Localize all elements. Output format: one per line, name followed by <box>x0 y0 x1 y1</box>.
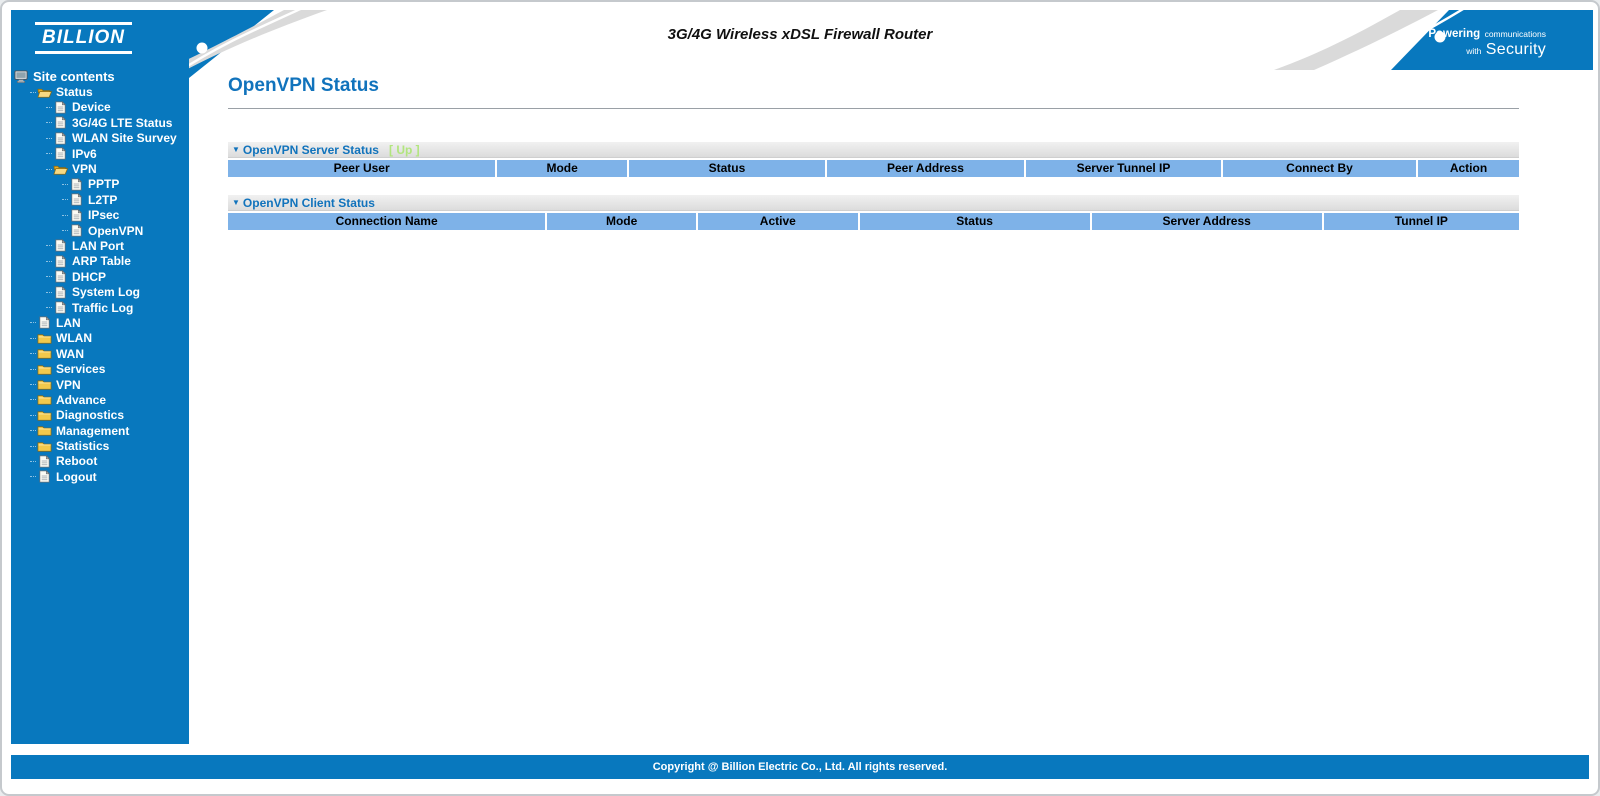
sidebar-item-wlan-site-survey[interactable]: WLAN Site Survey <box>11 131 189 146</box>
page-icon <box>53 101 68 114</box>
sidebar-item-advance[interactable]: Advance <box>11 392 189 407</box>
column-header-server-tunnel-ip: Server Tunnel IP <box>1025 160 1221 177</box>
sidebar-item-dhcp[interactable]: DHCP <box>11 269 189 284</box>
sidebar-item-wan[interactable]: WAN <box>11 346 189 361</box>
column-header-status: Status <box>628 160 825 177</box>
openvpn-server-status-section-header[interactable]: ▼ OpenVPN Server Status [ Up ] <box>228 142 1519 158</box>
page-icon <box>37 316 52 329</box>
client-table-header-row: Connection Name Mode Active Status Serve… <box>228 213 1520 230</box>
folder-icon <box>37 393 52 406</box>
page-icon <box>53 116 68 129</box>
column-header-peer-user: Peer User <box>228 160 496 177</box>
page-icon <box>53 255 68 268</box>
column-header-connect-by: Connect By <box>1222 160 1417 177</box>
page-icon <box>53 132 68 145</box>
divider <box>228 108 1519 109</box>
tagline-communications: communications <box>1484 29 1546 39</box>
folder-icon <box>37 378 52 391</box>
sidebar-item-ipsec[interactable]: IPsec <box>11 208 189 223</box>
site-contents-tree: Site contents Status Device 3G/4G LTE St… <box>11 10 189 485</box>
sidebar-root-site-contents[interactable]: Site contents <box>11 69 189 84</box>
sidebar-item-ipv6[interactable]: IPv6 <box>11 146 189 161</box>
sidebar-item-diagnostics[interactable]: Diagnostics <box>11 408 189 423</box>
page-icon <box>53 239 68 252</box>
sidebar-item-arp-table[interactable]: ARP Table <box>11 254 189 269</box>
collapse-triangle-icon: ▼ <box>232 144 240 154</box>
sidebar-item-pptp[interactable]: PPTP <box>11 177 189 192</box>
page-icon <box>69 209 84 222</box>
tagline-security: Security <box>1485 41 1546 58</box>
column-header-status: Status <box>859 213 1090 230</box>
server-table-header-row: Peer User Mode Status Peer Address Serve… <box>228 160 1519 177</box>
openvpn-client-status-section-header[interactable]: ▼ OpenVPN Client Status <box>228 195 1519 211</box>
computer-icon <box>14 70 29 83</box>
column-header-peer-address: Peer Address <box>826 160 1024 177</box>
sidebar-item-wlan[interactable]: WLAN <box>11 331 189 346</box>
column-header-connection-name: Connection Name <box>228 213 546 230</box>
folder-open-icon <box>37 86 52 99</box>
sidebar-item-openvpn[interactable]: OpenVPN <box>11 223 189 238</box>
column-header-mode: Mode <box>497 160 627 177</box>
page-icon <box>69 224 84 237</box>
sidebar-item-services[interactable]: Services <box>11 361 189 376</box>
sidebar-item-device[interactable]: Device <box>11 100 189 115</box>
brand-tagline: Powering communications with Security <box>1428 26 1546 60</box>
sidebar-item-traffic-log[interactable]: Traffic Log <box>11 300 189 315</box>
window-frame: 3G/4G Wireless xDSL Firewall Router Powe… <box>0 0 1600 796</box>
server-section-title: OpenVPN Server Status <box>242 142 379 157</box>
footer-copyright: Copyright @ Billion Electric Co., Ltd. A… <box>11 755 1589 779</box>
column-header-action: Action <box>1418 160 1519 177</box>
page-icon <box>53 301 68 314</box>
page-icon <box>69 178 84 191</box>
sidebar-item-3g4g-lte-status[interactable]: 3G/4G LTE Status <box>11 115 189 130</box>
tagline-with: with <box>1466 46 1482 56</box>
folder-icon <box>37 409 52 422</box>
sidebar-item-logout[interactable]: Logout <box>11 469 189 484</box>
page-icon <box>53 147 68 160</box>
sidebar-item-lan-port[interactable]: LAN Port <box>11 238 189 253</box>
folder-icon <box>37 332 52 345</box>
sidebar-item-vpn[interactable]: VPN <box>11 377 189 392</box>
router-model-title: 3G/4G Wireless xDSL Firewall Router <box>667 26 933 43</box>
sidebar-item-lan[interactable]: LAN <box>11 315 189 330</box>
column-header-tunnel-ip: Tunnel IP <box>1323 213 1520 230</box>
tagline-powering: Powering <box>1428 28 1481 40</box>
sidebar-item-reboot[interactable]: Reboot <box>11 454 189 469</box>
sidebar-item-statistics[interactable]: Statistics <box>11 438 189 453</box>
page-icon <box>53 270 68 283</box>
page-icon <box>37 455 52 468</box>
column-header-mode: Mode <box>547 213 696 230</box>
sidebar-item-system-log[interactable]: System Log <box>11 284 189 299</box>
client-section-title: OpenVPN Client Status <box>242 195 375 210</box>
folder-icon <box>37 363 52 376</box>
page-icon <box>37 470 52 483</box>
page-title: OpenVPN Status <box>228 75 379 96</box>
server-status-badge: [ Up ] <box>388 142 420 157</box>
sidebar-item-status[interactable]: Status <box>11 84 189 99</box>
column-header-server-address: Server Address <box>1091 213 1322 230</box>
folder-open-icon <box>53 163 68 176</box>
folder-icon <box>37 424 52 437</box>
column-header-active: Active <box>698 213 858 230</box>
sidebar: BILLION Site contents Status Device 3G/4… <box>11 10 189 744</box>
main-content: OpenVPN Status ▼ OpenVPN Server Status [… <box>189 70 1591 230</box>
sidebar-item-l2tp[interactable]: L2TP <box>11 192 189 207</box>
page-icon <box>69 193 84 206</box>
page-icon <box>53 286 68 299</box>
sidebar-item-vpn-status[interactable]: VPN <box>11 161 189 176</box>
folder-icon <box>37 347 52 360</box>
sidebar-item-management[interactable]: Management <box>11 423 189 438</box>
collapse-triangle-icon: ▼ <box>232 197 240 207</box>
folder-icon <box>37 440 52 453</box>
